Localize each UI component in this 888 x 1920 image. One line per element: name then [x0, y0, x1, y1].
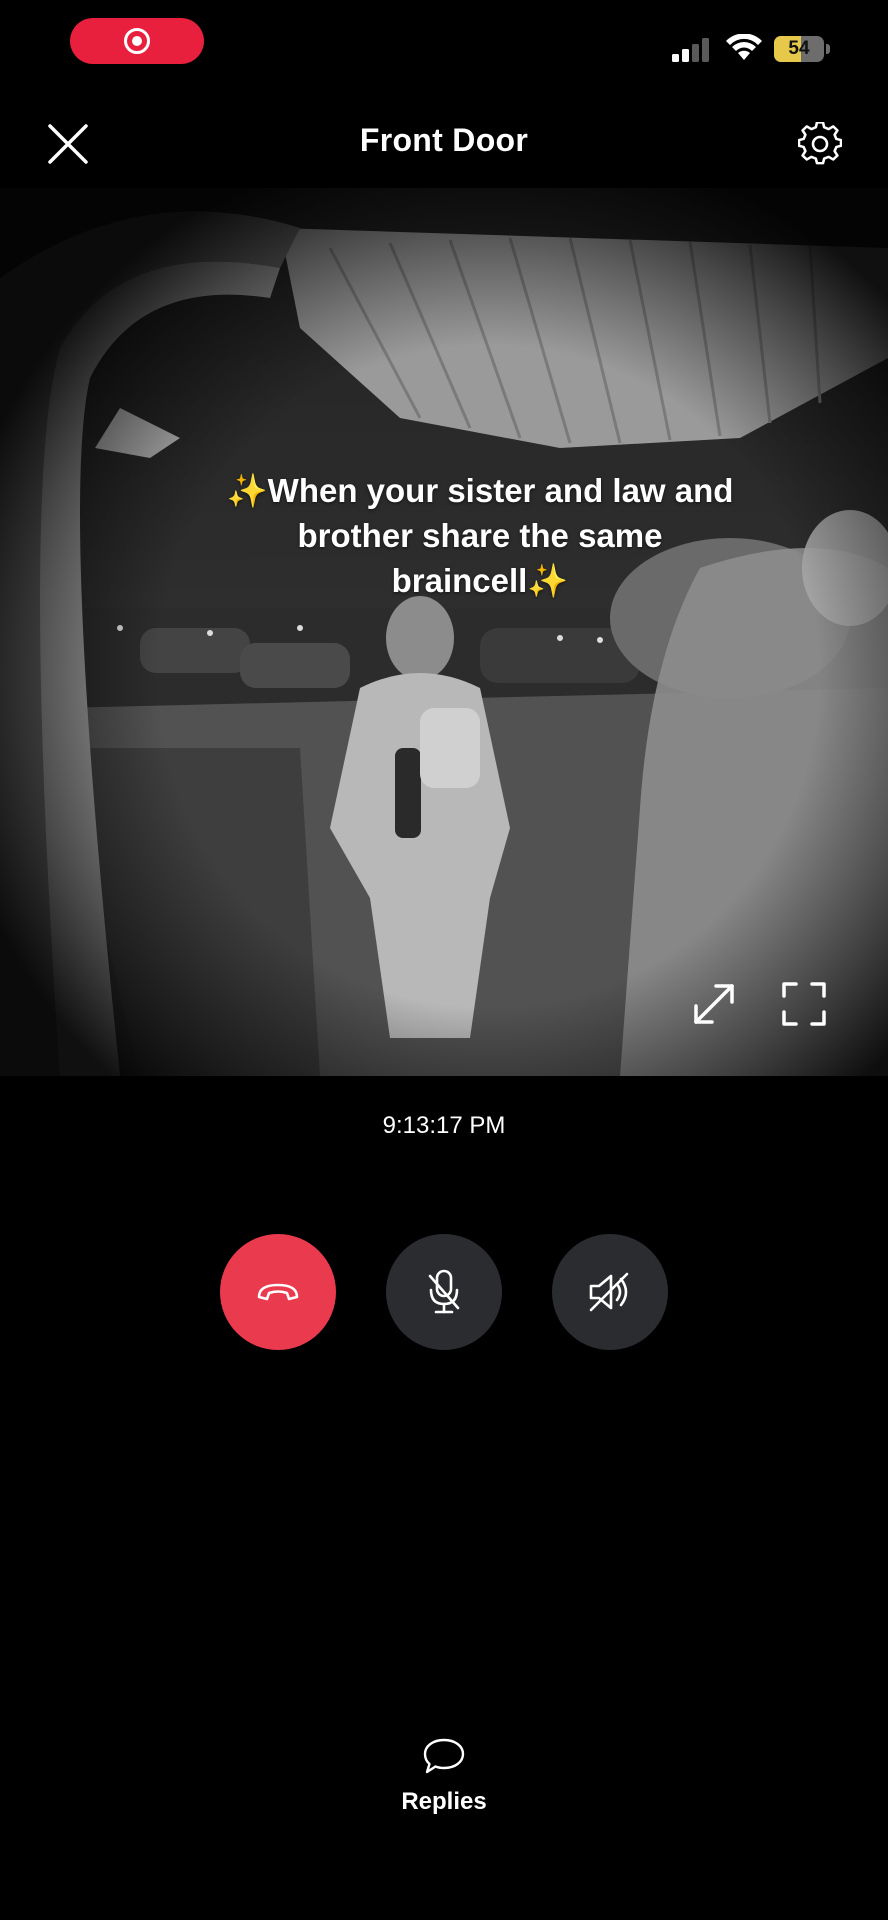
- microphone-toggle-button[interactable]: [386, 1234, 502, 1350]
- speech-bubble-icon: [423, 1738, 465, 1774]
- video-caption: ✨When your sister and law and brother sh…: [226, 472, 734, 599]
- replies-button[interactable]: Replies: [374, 1736, 514, 1846]
- live-timestamp: 9:13:17 PM: [382, 1112, 506, 1139]
- replies-label: Replies: [401, 1788, 487, 1815]
- doorbell-video-feed[interactable]: ✨When your sister and law and brother sh…: [0, 188, 888, 1076]
- status-bar: 54: [0, 0, 888, 100]
- hang-up-button[interactable]: [220, 1234, 336, 1350]
- cellular-signal-icon: [672, 38, 709, 62]
- gear-icon: [798, 122, 842, 165]
- settings-button[interactable]: [790, 116, 850, 172]
- fullscreen-frame-icon[interactable]: [778, 978, 830, 1030]
- battery-level: 54: [788, 38, 810, 59]
- video-frame: [0, 188, 888, 1076]
- screen-record-icon: [124, 28, 150, 54]
- microphone-muted-icon: [428, 1269, 460, 1314]
- speaker-muted-icon: [589, 1272, 629, 1312]
- battery-indicator: 54: [774, 36, 830, 62]
- wifi-icon: [726, 34, 762, 60]
- expand-arrows-icon[interactable]: [688, 978, 740, 1030]
- header: Front Door: [0, 100, 888, 188]
- speaker-toggle-button[interactable]: [552, 1234, 668, 1350]
- page-title: Front Door: [359, 122, 529, 158]
- screen-record-indicator[interactable]: [70, 18, 204, 64]
- hang-up-phone-icon: [257, 1283, 299, 1301]
